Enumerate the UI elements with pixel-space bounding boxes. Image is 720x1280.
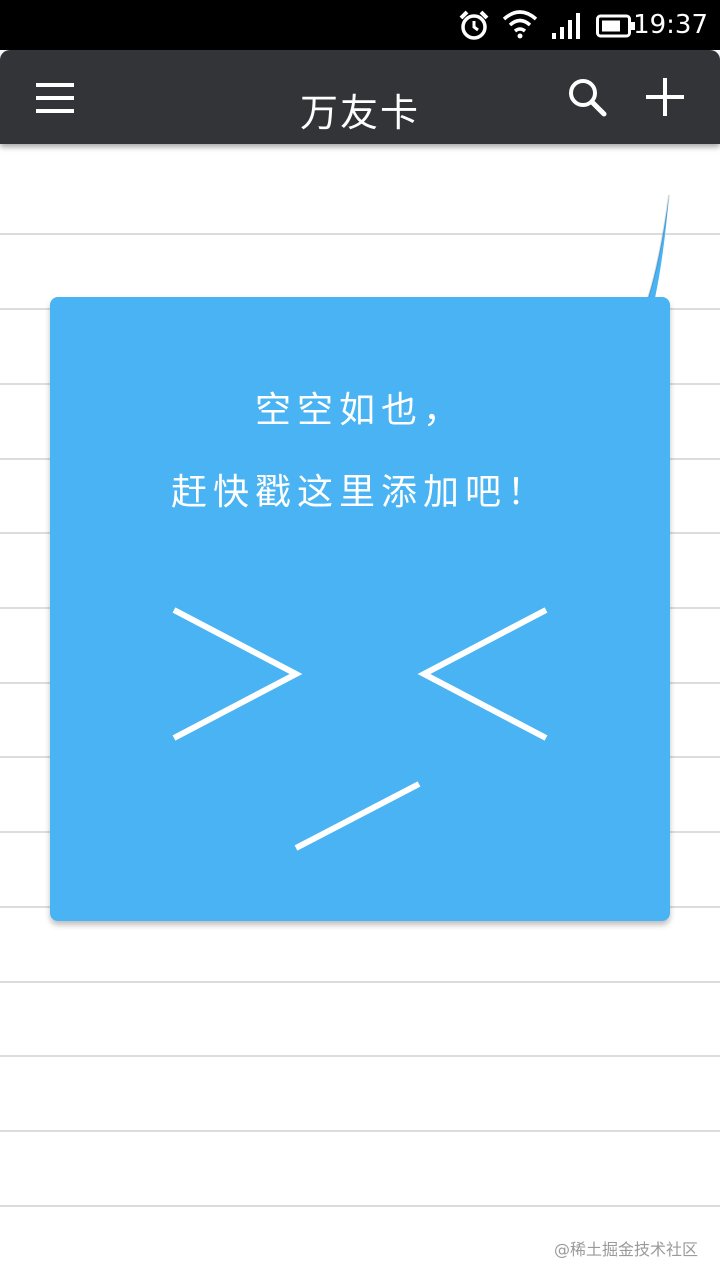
- watermark: @稀土掘金技术社区: [553, 1240, 698, 1259]
- bubble-tail: [560, 194, 670, 299]
- squint-face-icon: [172, 607, 548, 851]
- empty-state-bubble[interactable]: 空空如也， 赶快戳这里添加吧！: [0, 0, 720, 1280]
- empty-state-card[interactable]: 空空如也， 赶快戳这里添加吧！: [50, 297, 670, 921]
